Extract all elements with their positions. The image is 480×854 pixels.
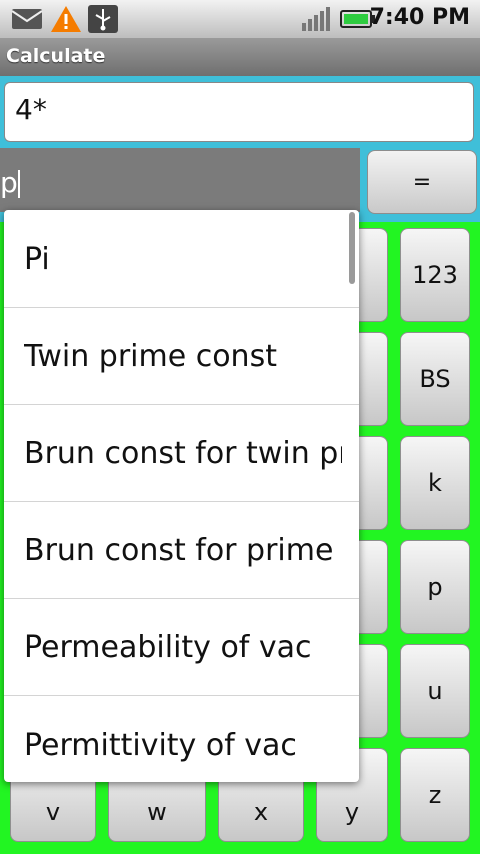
dropdown-item[interactable]: Permittivity of vac bbox=[4, 697, 359, 782]
key-backspace[interactable]: BS bbox=[400, 332, 470, 426]
dropdown-item[interactable]: Pi bbox=[4, 212, 359, 308]
equals-button[interactable]: = bbox=[367, 150, 477, 214]
key-k[interactable]: k bbox=[400, 436, 470, 530]
usb-icon bbox=[88, 5, 118, 33]
signal-icon bbox=[302, 7, 330, 31]
status-time: 7:40 PM bbox=[369, 5, 470, 30]
dropdown-item[interactable]: Twin prime const bbox=[4, 309, 359, 405]
dropdown-item[interactable]: Permeability of vac bbox=[4, 600, 359, 696]
dropdown-item[interactable]: Brun const for twin pr bbox=[4, 406, 359, 502]
key-123[interactable]: 123 bbox=[400, 228, 470, 322]
dropdown-scrollbar[interactable] bbox=[349, 212, 355, 284]
message-icon bbox=[11, 9, 43, 29]
input-text: p bbox=[0, 166, 18, 199]
title-bar: Calculate bbox=[0, 38, 480, 76]
key-u[interactable]: u bbox=[400, 644, 470, 738]
dropdown-item[interactable]: Brun const for prime q bbox=[4, 503, 359, 599]
key-p[interactable]: p bbox=[400, 540, 470, 634]
autocomplete-dropdown[interactable]: Pi Twin prime const Brun const for twin … bbox=[4, 210, 359, 782]
status-bar: 7:40 PM bbox=[0, 0, 480, 38]
input-field[interactable]: p bbox=[0, 148, 360, 212]
key-z[interactable]: z bbox=[400, 748, 470, 842]
text-caret bbox=[17, 170, 20, 198]
expression-field[interactable]: 4* bbox=[4, 82, 474, 142]
app-title: Calculate bbox=[6, 45, 106, 67]
app-area: 4* p = 123 BS k p u z v w x y Pi Twin pr… bbox=[0, 76, 480, 854]
warning-icon bbox=[51, 6, 81, 32]
